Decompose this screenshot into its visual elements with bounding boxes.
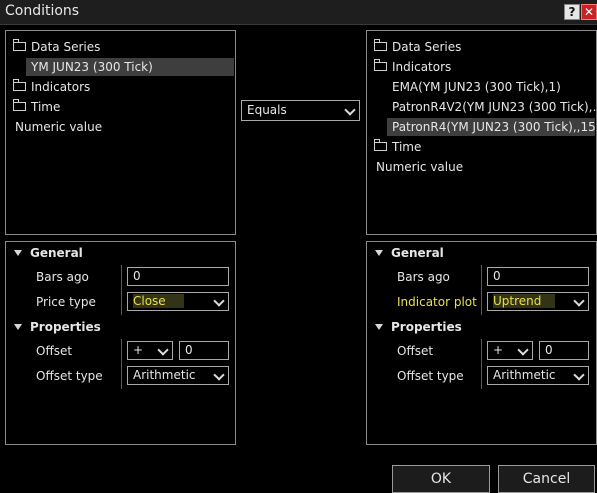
folder-icon [374,59,387,71]
price-type-select[interactable]: Close [127,292,229,311]
tree-item-data-series[interactable]: Data Series [11,38,233,56]
left-series-tree: Data Series YM JUN23 (300 Tick) Indicato… [5,30,236,235]
tree-item-label: Data Series [31,40,101,54]
property-divider [481,265,482,315]
properties-section-header[interactable]: Properties [373,318,573,336]
folder-icon [13,79,26,91]
bars-ago-value: 0 [133,269,141,283]
chevron-down-icon [157,344,169,356]
tree-item-label: Time [392,140,422,154]
chevron-down-icon [517,344,529,356]
tree-item-label: Time [31,100,61,114]
chevron-down-icon [573,295,585,307]
offset-type-select[interactable]: Arithmetic [487,366,589,385]
properties-section-header[interactable]: Properties [12,318,212,336]
indicator-plot-value: Uptrend [493,294,556,308]
indicator-plot-select[interactable]: Uptrend [487,292,589,311]
right-series-tree: Data Series Indicators EMA(YM JUN23 (300… [366,30,597,235]
bars-ago-label: Bars ago [36,270,89,284]
collapse-triangle-icon [14,250,22,256]
property-divider [121,265,122,315]
window-title: Conditions [5,3,80,19]
offset-type-value: Arithmetic [493,368,556,382]
tree-item-time[interactable]: Time [11,98,233,116]
offset-value: 0 [545,343,553,357]
property-divider [481,339,482,389]
offset-label: Offset [36,344,73,358]
section-title: General [30,246,83,260]
folder-icon [13,99,26,111]
section-title: General [391,246,444,260]
offset-type-value: Arithmetic [133,368,196,382]
bars-ago-value: 0 [493,269,501,283]
property-divider [121,339,122,389]
general-section-header[interactable]: General [373,244,573,262]
offset-sign-value: + [493,343,504,357]
cancel-button[interactable]: Cancel [498,465,595,493]
offset-sign-select[interactable]: + [487,341,533,360]
offset-type-select[interactable]: Arithmetic [127,366,229,385]
close-button[interactable]: ✕ [581,4,597,20]
offset-input[interactable]: 0 [539,341,589,360]
collapse-triangle-icon [375,250,383,256]
tree-item-ema[interactable]: EMA(YM JUN23 (300 Tick),1) [387,78,595,96]
tree-item-label: PatronR4(YM JUN23 (300 Tick),,15… [392,120,597,134]
tree-item-patronr4v2[interactable]: PatronR4V2(YM JUN23 (300 Tick),… [387,98,597,116]
section-title: Properties [391,320,462,334]
tree-item-label: Indicators [392,60,452,74]
chevron-down-icon [213,295,225,307]
offset-value: 0 [185,343,193,357]
folder-icon [374,39,387,51]
tree-item-patronr4[interactable]: PatronR4(YM JUN23 (300 Tick),,15… [387,118,597,136]
operator-value: Equals [247,103,287,117]
chevron-down-icon [213,369,225,381]
tree-item-numeric-value[interactable]: Numeric value [372,158,594,176]
help-button[interactable]: ? [564,4,580,20]
offset-label: Offset [397,344,434,358]
title-bar: Conditions ? ✕ [0,0,597,25]
right-properties-panel: General Bars ago 0 Indicator plot Uptren… [366,241,597,445]
tree-item-label: PatronR4V2(YM JUN23 (300 Tick),… [392,100,597,114]
chevron-down-icon [344,104,356,116]
offset-input[interactable]: 0 [179,341,229,360]
offset-sign-value: + [133,343,144,357]
tree-item-time[interactable]: Time [372,138,594,156]
tree-item-label: Indicators [31,80,91,94]
chevron-down-icon [573,369,585,381]
folder-icon [13,39,26,51]
tree-item-indicators[interactable]: Indicators [11,78,233,96]
offset-type-label: Offset type [397,369,464,383]
left-properties-panel: General Bars ago 0 Price type Close Prop… [5,241,236,445]
tree-item-indicators[interactable]: Indicators [372,58,594,76]
tree-item-label: Numeric value [376,160,464,174]
tree-item-data-series[interactable]: Data Series [372,38,594,56]
ok-button[interactable]: OK [392,465,490,493]
price-type-value: Close [133,294,184,308]
bars-ago-label: Bars ago [397,270,450,284]
price-type-label: Price type [36,295,96,309]
collapse-triangle-icon [375,324,383,330]
bars-ago-input[interactable]: 0 [487,267,589,286]
tree-item-label: EMA(YM JUN23 (300 Tick),1) [392,80,561,94]
collapse-triangle-icon [14,324,22,330]
indicator-plot-label: Indicator plot [397,295,477,309]
bars-ago-input[interactable]: 0 [127,267,229,286]
offset-type-label: Offset type [36,369,103,383]
tree-item-numeric-value[interactable]: Numeric value [11,118,233,136]
offset-sign-select[interactable]: + [127,341,173,360]
tree-item-label: Numeric value [15,120,103,134]
folder-icon [374,139,387,151]
general-section-header[interactable]: General [12,244,212,262]
tree-item-ym-jun23[interactable]: YM JUN23 (300 Tick) [26,58,234,76]
tree-item-label: YM JUN23 (300 Tick) [31,60,153,74]
operator-select[interactable]: Equals [241,100,360,121]
tree-item-label: Data Series [392,40,462,54]
section-title: Properties [30,320,101,334]
